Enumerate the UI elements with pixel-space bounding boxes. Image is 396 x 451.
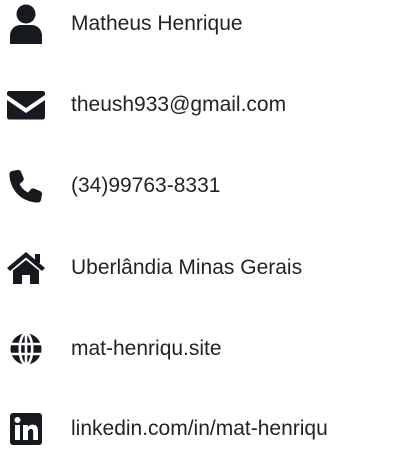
phone-icon [6,164,46,208]
contact-phone[interactable]: (34)99763-8331 [71,164,220,208]
contact-location-row: Uberlândia Minas Gerais [0,246,396,290]
contact-website-row[interactable]: mat-henriqu.site [0,327,396,371]
contact-name: Matheus Henrique [71,12,243,35]
contact-list: Matheus Henrique theush933@gmail.com (34… [0,0,396,445]
contact-email-link[interactable]: theush933@gmail.com [71,83,286,127]
contact-location: Uberlândia Minas Gerais [71,256,303,279]
contact-name-row: Matheus Henrique [0,2,396,46]
envelope-icon [6,83,46,127]
contact-phone-row[interactable]: (34)99763-8331 [0,164,396,208]
linkedin-icon [6,407,46,451]
user-icon [6,2,46,46]
globe-icon [6,327,46,371]
contact-website-link[interactable]: mat-henriqu.site [71,327,222,371]
home-icon [6,246,46,290]
contact-linkedin-row[interactable]: linkedin.com/in/mat-henriqu [0,407,396,451]
contact-email-row[interactable]: theush933@gmail.com [0,83,396,127]
contact-linkedin-link[interactable]: linkedin.com/in/mat-henriqu [71,407,328,451]
